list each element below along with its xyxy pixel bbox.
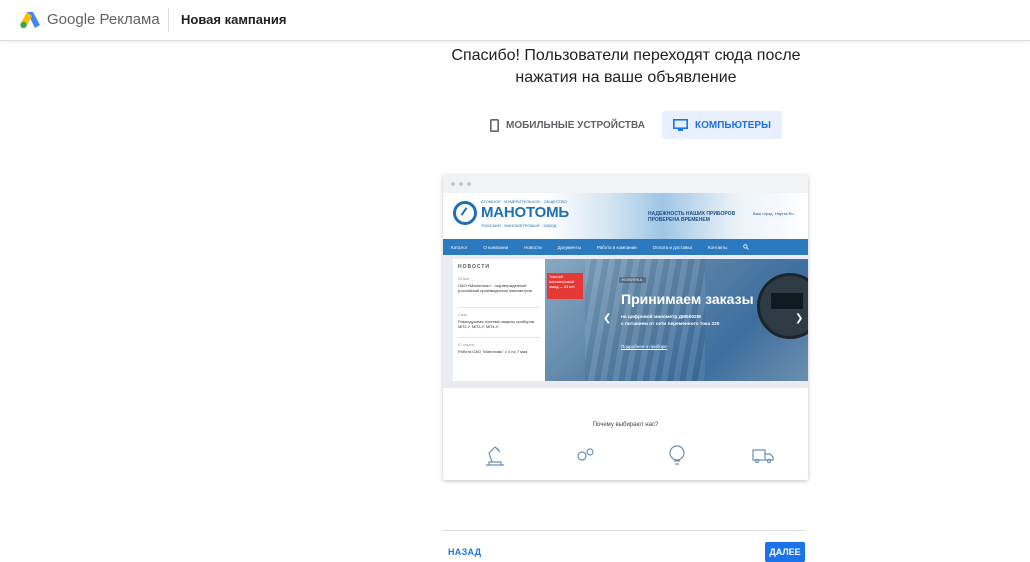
site-nav-item: Документы — [557, 244, 581, 250]
site-slogan: НАДЕЖНОСТЬ НАШИХ ПРИБОРОВ ПРОВЕРЕНА ВРЕМ… — [648, 211, 735, 223]
desktop-monitor-icon — [673, 118, 688, 131]
site-nav-item: Оплата и доставка — [652, 244, 692, 250]
news-text: Работа ОАО "Манотомь" с 4 по 7 мая — [458, 349, 528, 354]
back-button[interactable]: НАЗАД — [448, 547, 481, 557]
promo-banner: Томский манометровый завод — 65 лет НОВИ… — [545, 259, 808, 381]
news-date: 22 апреля — [458, 343, 475, 347]
banner-title: Принимаем заказы — [621, 291, 754, 307]
heading-line-2: нажатия на ваше объявление — [515, 69, 737, 86]
truck-icon — [752, 449, 774, 464]
banner-tag: НОВИНКА — [619, 277, 646, 283]
manometer-screen — [771, 293, 803, 309]
gears-icon — [577, 448, 594, 461]
manometer-logo-icon — [453, 201, 477, 225]
next-button[interactable]: ДАЛЕЕ — [765, 542, 805, 562]
window-dot-icon — [467, 182, 471, 186]
news-text: ОАО «Манотомь» - подтвержденный российск… — [458, 283, 532, 293]
news-date: 28 мая — [458, 277, 470, 281]
page-heading: Спасибо! Пользователи переходят сюда пос… — [440, 45, 812, 89]
site-body: НОВОСТИ 28 мая ОАО «Манотомь» - подтверж… — [443, 255, 808, 388]
news-date: 4 мая — [458, 313, 468, 317]
search-icon — [743, 244, 750, 250]
news-divider — [458, 307, 540, 308]
site-nav-item: Контакты — [707, 244, 728, 250]
brand-name: Google Реклама — [47, 11, 160, 28]
banner-subtitle-line-1: на цифровой манометр ДМ5002М — [621, 315, 701, 320]
news-divider — [458, 337, 540, 338]
robot-arm-icon — [486, 446, 504, 466]
heading-line-1: Спасибо! Пользователи переходят сюда пос… — [451, 47, 801, 64]
footer-divider — [443, 530, 805, 531]
tab-computers[interactable]: КОМПЬЮТЕРЫ — [662, 111, 782, 139]
campaign-title: Новая кампания — [181, 12, 287, 27]
top-app-bar: Google Реклама Новая кампания — [0, 0, 1030, 41]
chevron-right-icon: ❯ — [795, 313, 804, 324]
tab-mobile-devices[interactable]: МОБИЛЬНЫЕ УСТРОЙСТВА — [478, 111, 657, 139]
banner-subtitle: на цифровой манометр ДМ5002М с питанием … — [621, 314, 719, 328]
news-text: Равнодушная система защиты приборов МП2-… — [458, 319, 534, 329]
site-nav: Каталог О компании Новости Документы Раб… — [443, 239, 808, 255]
news-heading: НОВОСТИ — [458, 264, 491, 270]
site-slogan-line-2: ПРОВЕРЕНА ВРЕМЕНЕМ — [648, 217, 710, 223]
tab-computers-label: КОМПЬЮТЕРЫ — [695, 119, 771, 131]
site-tagline-bottom: ТОМСКИЙ · МАНОМЕТРОВЫЙ · ЗАВОД — [481, 223, 557, 228]
site-name: МАНОТОМЬ — [481, 204, 569, 221]
news-panel: НОВОСТИ 28 мая ОАО «Манотомь» - подтверж… — [453, 259, 545, 381]
brand-product: Реклама — [99, 11, 160, 28]
preview-browser-bar — [443, 175, 808, 193]
landing-page-preview: АТОМНОЕ · ИЗМЕРИТЕЛЬНОЕ · ОБЩЕСТВО МАНОТ… — [443, 175, 808, 480]
site-nav-item: О компании — [483, 244, 509, 250]
site-contact: Ваш город: Наутек.Ru — [753, 211, 794, 216]
window-dot-icon — [459, 182, 463, 186]
chevron-left-icon: ❮ — [603, 313, 612, 324]
site-nav-item: Каталог — [451, 244, 468, 250]
site-nav-item: Новости — [524, 244, 542, 250]
header-divider — [168, 8, 169, 32]
site-nav-item: Работа в компании — [596, 244, 637, 250]
banner-link: Подробнее о приборе — [621, 344, 667, 349]
google-ads-logo-icon — [20, 12, 40, 29]
why-choose-us-title: Почему выбирают нас? — [592, 422, 659, 428]
lightbulb-icon — [669, 445, 685, 465]
brand-google: Google — [47, 11, 96, 28]
anniversary-badge: Томский манометровый завод — 65 лет — [547, 273, 583, 299]
site-header: АТОМНОЕ · ИЗМЕРИТЕЛЬНОЕ · ОБЩЕСТВО МАНОТ… — [443, 193, 808, 239]
banner-subtitle-line-2: с питанием от сети переменного тока 220 — [621, 322, 720, 327]
tab-mobile-label: МОБИЛЬНЫЕ УСТРОЙСТВА — [506, 119, 645, 131]
smartphone-icon — [490, 118, 499, 132]
window-dot-icon — [451, 182, 455, 186]
